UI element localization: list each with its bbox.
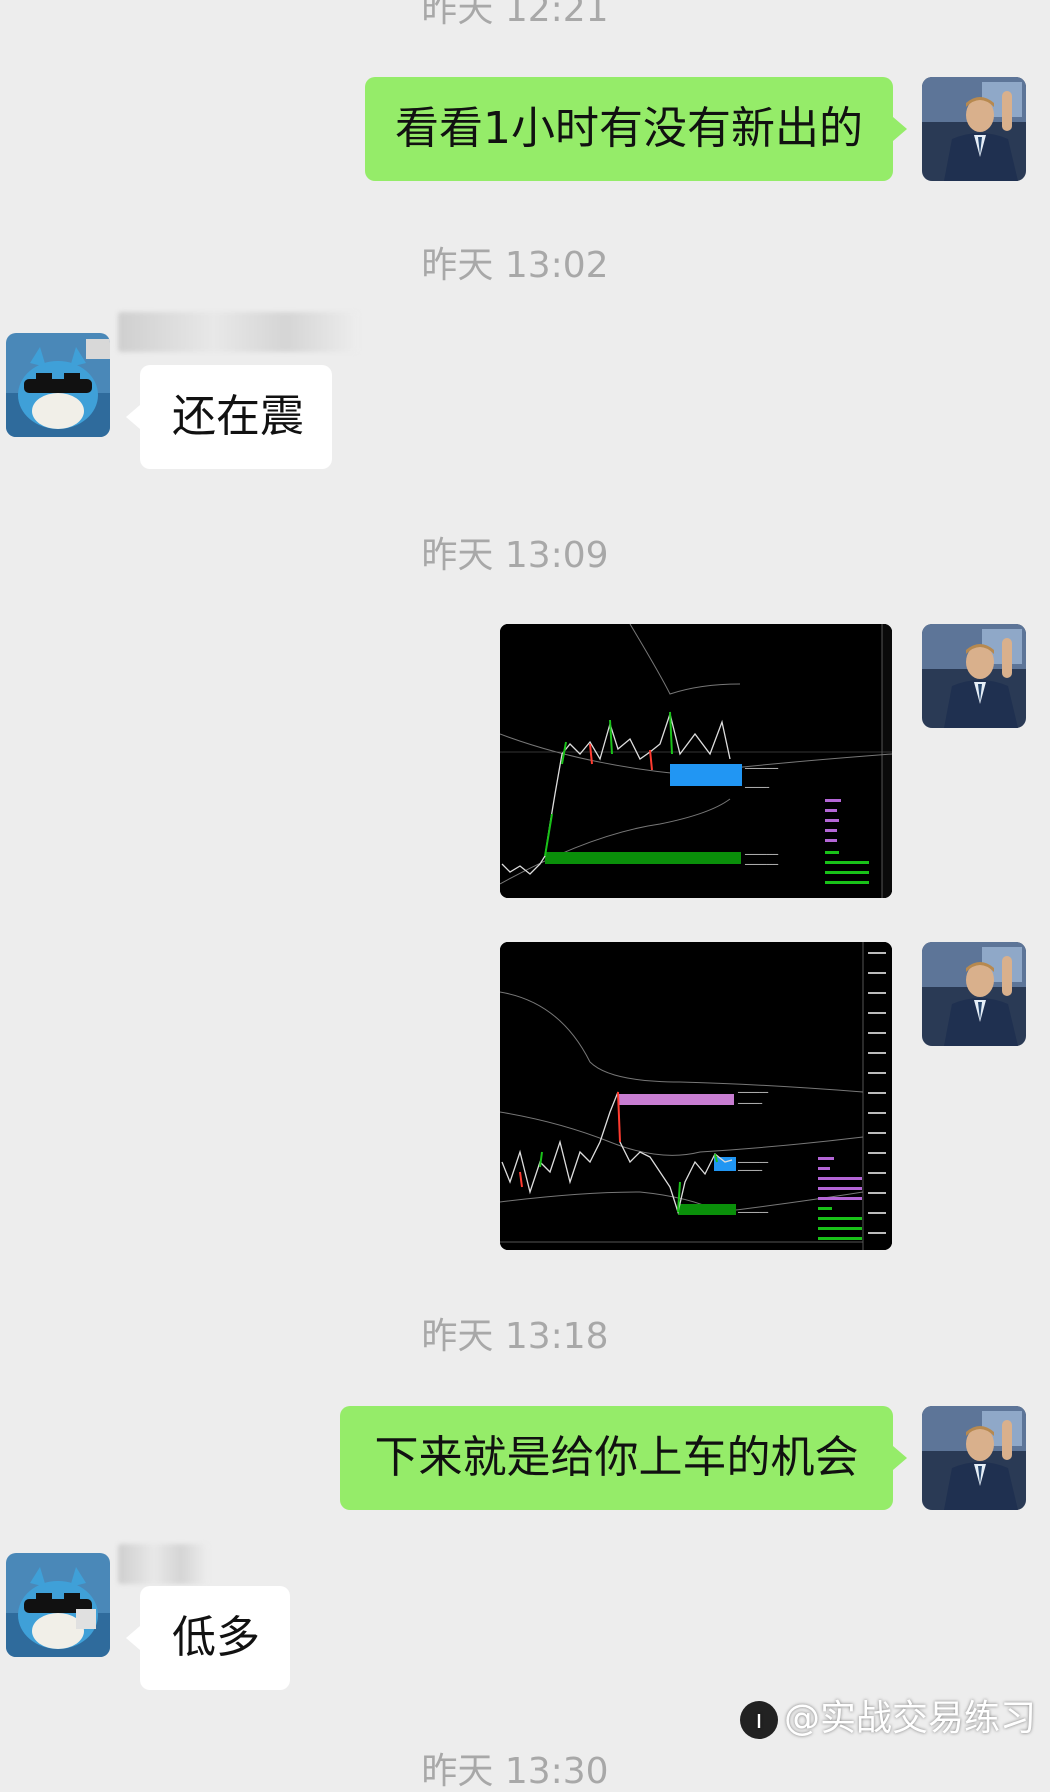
svg-text:━━━━━━━━: ━━━━━━━━ bbox=[737, 1168, 763, 1174]
message-bubble-chance[interactable]: 下来就是给你上车的机会 bbox=[340, 1406, 893, 1510]
svg-text:━━━━━━━━━━━: ━━━━━━━━━━━ bbox=[744, 766, 779, 772]
contact-nickname-blurred bbox=[118, 1544, 208, 1584]
timestamp-1309: 昨天 13:09 bbox=[421, 535, 609, 576]
bubble-tail bbox=[893, 1446, 907, 1470]
timestamp-1330: 昨天 13:30 bbox=[421, 1751, 609, 1792]
svg-text:━━━━━━━━: ━━━━━━━━ bbox=[737, 1101, 763, 1107]
my-avatar-icon[interactable] bbox=[922, 1406, 1026, 1510]
my-avatar-icon[interactable] bbox=[922, 942, 1026, 1046]
timestamp-1318: 昨天 13:18 bbox=[421, 1316, 609, 1357]
svg-text:━━━━━━━━━━━: ━━━━━━━━━━━ bbox=[744, 862, 779, 868]
message-bubble-low-long[interactable]: 低多 bbox=[140, 1586, 290, 1690]
svg-text:━━━━━━━━━━: ━━━━━━━━━━ bbox=[737, 1160, 769, 1166]
contact-nickname-blurred bbox=[118, 312, 358, 352]
my-avatar-icon[interactable] bbox=[922, 77, 1026, 181]
bubble-tail bbox=[126, 1626, 140, 1650]
chart-screenshot-2[interactable]: ━━━━━━━━━━ ━━━━━━━━ ━━━━━━━━━━ ━━━━━━━━ … bbox=[500, 942, 892, 1250]
svg-text:━━━━━━━━━━: ━━━━━━━━━━ bbox=[737, 1090, 769, 1096]
timestamp-1221: 昨天 12:21 bbox=[421, 0, 609, 30]
bubble-tail bbox=[893, 117, 907, 141]
watermark: ı @实战交易练习 bbox=[739, 1689, 1036, 1741]
message-bubble-still-shaking[interactable]: 还在震 bbox=[140, 365, 332, 469]
watermark-text: @实战交易练习 bbox=[783, 1698, 1036, 1739]
message-bubble-1hour[interactable]: 看看1小时有没有新出的 bbox=[365, 77, 893, 181]
contact-avatar-icon[interactable] bbox=[6, 1553, 110, 1657]
timestamp-1302: 昨天 13:02 bbox=[421, 245, 609, 286]
svg-text:━━━━━━━━━━━: ━━━━━━━━━━━ bbox=[744, 852, 779, 858]
svg-text:━━━━━━━━: ━━━━━━━━ bbox=[744, 785, 770, 791]
contact-avatar-icon[interactable] bbox=[6, 333, 110, 437]
chart-screenshot-1[interactable]: ━━━━━━━━━━━ ━━━━━━━━ ━━━━━━━━━━━ ━━━━━━━… bbox=[500, 624, 892, 898]
zhihu-logo-icon: ı bbox=[739, 1701, 778, 1739]
svg-text:━━━━━━━━━━: ━━━━━━━━━━ bbox=[737, 1210, 769, 1216]
my-avatar-icon[interactable] bbox=[922, 624, 1026, 728]
bubble-tail bbox=[126, 405, 140, 429]
